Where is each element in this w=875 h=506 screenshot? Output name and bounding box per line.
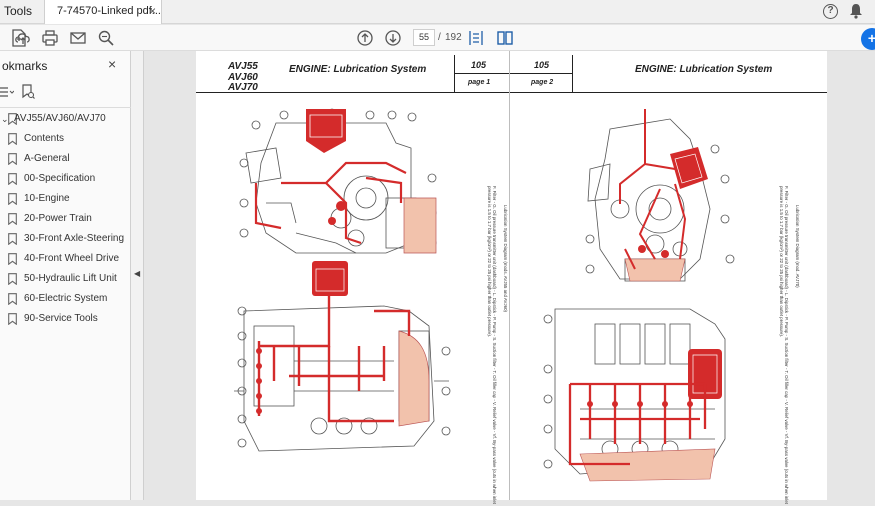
email-icon[interactable] — [69, 29, 87, 47]
close-tab-icon[interactable]: × — [149, 4, 156, 18]
page-label: page 1 — [468, 79, 491, 86]
bookmark-a-general[interactable]: A-General — [0, 150, 131, 170]
bookmark-label: 10-Engine — [24, 193, 70, 204]
header-rule — [454, 73, 509, 74]
total-pages: 192 — [445, 32, 462, 43]
bookmark-front-axle-steering[interactable]: 30-Front Axle-Steering — [0, 230, 131, 250]
figure-caption-heading: Lubrication System Diagram (mods. AVJ55 … — [503, 205, 508, 312]
panel-divider — [0, 107, 131, 108]
bookmark-electric-system[interactable]: 60-Electric System — [0, 290, 131, 310]
page-label: page 2 — [531, 79, 554, 86]
bookmark-label: A-General — [24, 153, 70, 164]
header-rule — [510, 92, 827, 93]
figure-caption-body: F. Filter - G. Oil pressure transmitter … — [779, 186, 789, 504]
upload-cloud-icon[interactable] — [14, 29, 32, 47]
document-canvas[interactable]: AVJ55 AVJ60 AVJ70 ENGINE: Lubrication Sy… — [144, 51, 875, 504]
bookmark-power-train[interactable]: 20-Power Train — [0, 210, 131, 230]
previous-page-icon[interactable] — [356, 29, 374, 47]
bookmark-label: 90-Service Tools — [24, 313, 98, 324]
bookmark-search-icon[interactable] — [21, 84, 35, 100]
header-divider — [572, 55, 573, 92]
next-page-icon[interactable] — [384, 29, 402, 47]
section-number: 105 — [534, 60, 550, 70]
document-tab[interactable]: 7-74570-Linked pdf... × — [44, 0, 162, 24]
page-heading: ENGINE: Lubrication System — [289, 64, 427, 75]
bookmark-specification[interactable]: 00-Specification — [0, 170, 131, 190]
bookmark-front-wheel-drive[interactable]: 40-Front Wheel Drive — [0, 250, 131, 270]
collapse-arrow-icon[interactable]: ◀ — [134, 269, 140, 278]
bookmark-label: 20-Power Train — [24, 213, 92, 224]
search-icon[interactable] — [97, 29, 115, 47]
title-bar: Tools 7-74570-Linked pdf... × ? — [0, 0, 875, 24]
lubrication-diagram-top — [239, 108, 437, 254]
panel-splitter[interactable]: ◀ — [131, 51, 144, 500]
bookmarks-toolbar — [0, 81, 131, 105]
notifications-bell-icon[interactable] — [849, 3, 863, 19]
model-label: AVJ55 — [228, 61, 258, 72]
bookmark-root[interactable]: ⌄ AVJ55/AVJ60/AVJ70 — [0, 110, 131, 130]
bookmark-label: AVJ55/AVJ60/AVJ70 — [14, 113, 106, 124]
tools-menu[interactable]: Tools — [4, 4, 32, 18]
bookmark-icon — [8, 233, 17, 245]
page-heading: ENGINE: Lubrication System — [635, 64, 773, 75]
help-icon[interactable]: ? — [823, 4, 838, 19]
bookmarks-panel: okmarks × ⌄ AVJ55/AVJ60/AVJ70 Contents A… — [0, 51, 131, 500]
bookmark-contents[interactable]: Contents — [0, 130, 131, 150]
bookmark-label: 00-Specification — [24, 173, 96, 184]
lubrication-diagram-top — [585, 109, 735, 282]
bookmark-icon — [8, 193, 17, 205]
bookmark-service-tools[interactable]: 90-Service Tools — [0, 310, 131, 330]
bookmark-label: 50-Hydraulic Lift Unit — [24, 273, 117, 284]
page-layout-icon[interactable] — [467, 29, 485, 47]
bookmark-icon — [8, 213, 17, 225]
print-icon[interactable] — [41, 29, 59, 47]
close-panel-icon[interactable]: × — [108, 56, 116, 72]
two-page-view-icon[interactable] — [496, 29, 514, 47]
bookmark-engine[interactable]: 10-Engine — [0, 190, 131, 210]
bookmark-icon — [8, 273, 17, 285]
page-separator: / — [438, 32, 441, 43]
figure-caption-heading: Lubrication System Diagram (mod. AVJ70) — [795, 205, 800, 288]
model-label: AVJ70 — [228, 82, 258, 93]
bookmark-icon — [8, 153, 17, 165]
main-toolbar: 55 / 192 — [0, 25, 875, 51]
bookmark-label: 40-Front Wheel Drive — [24, 253, 120, 264]
document-tab-label: 7-74570-Linked pdf... — [57, 5, 161, 17]
bookmark-icon — [8, 253, 17, 265]
section-number: 105 — [471, 60, 487, 70]
page-number-input[interactable]: 55 — [413, 29, 435, 46]
header-rule — [510, 73, 572, 74]
bookmark-label: 30-Front Axle-Steering — [24, 233, 125, 244]
lubrication-diagram-bottom — [543, 308, 726, 482]
bookmark-icon — [8, 133, 17, 145]
bookmark-icon — [8, 293, 17, 305]
options-menu-icon[interactable] — [0, 85, 14, 99]
bookmark-label: 60-Electric System — [24, 293, 108, 304]
bookmark-label: Contents — [24, 133, 65, 144]
lubrication-diagram-bottom — [234, 261, 451, 452]
bookmark-icon — [8, 313, 17, 325]
right-page: 105 page 2 ENGINE: Lubrication System Lu… — [510, 51, 827, 504]
left-page: AVJ55 AVJ60 AVJ70 ENGINE: Lubrication Sy… — [196, 51, 509, 504]
bookmark-icon — [8, 173, 17, 185]
bookmark-hydraulic-lift-unit[interactable]: 50-Hydraulic Lift Unit — [0, 270, 131, 290]
figure-caption-body: F. Filter - G. Oil pressure transmitter … — [487, 186, 497, 504]
bookmarks-panel-title: okmarks — [2, 59, 48, 73]
